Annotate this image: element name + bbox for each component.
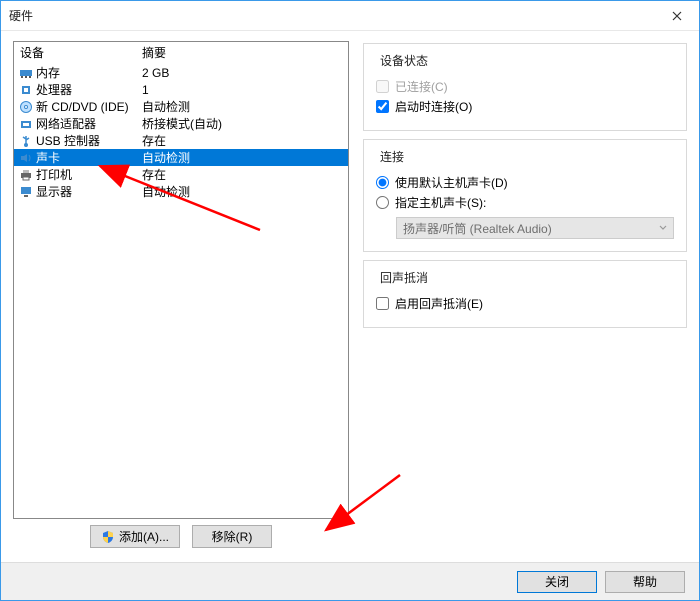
host-soundcard-select: 扬声器/听筒 (Realtek Audio) (396, 217, 674, 239)
device-list[interactable]: 设备 摘要 内存2 GB处理器1新 CD/DVD (IDE)自动检测网络适配器桥… (13, 41, 349, 519)
chevron-down-icon (659, 221, 667, 235)
header-summary: 摘要 (142, 44, 348, 61)
device-row-cpu[interactable]: 处理器1 (14, 81, 348, 98)
device-name: 新 CD/DVD (IDE) (36, 98, 142, 115)
device-summary: 1 (142, 83, 348, 97)
device-summary: 自动检测 (142, 183, 348, 200)
close-dialog-button[interactable]: 关闭 (517, 571, 597, 593)
window-title: 硬件 (9, 7, 655, 24)
device-name: 处理器 (36, 81, 142, 98)
device-name: 打印机 (36, 166, 142, 183)
connect-at-power-checkbox[interactable] (376, 100, 389, 113)
connection-title: 连接 (376, 148, 408, 165)
right-column: 设备状态 已连接(C) 启动时连接(O) 连接 使用默认主机声卡(D) (363, 41, 687, 554)
remove-button[interactable]: 移除(R) (192, 525, 272, 548)
device-row-usb[interactable]: USB 控制器存在 (14, 132, 348, 149)
add-button-label: 添加(A)... (119, 528, 169, 545)
default-host-radio[interactable] (376, 176, 389, 189)
remove-button-label: 移除(R) (212, 528, 253, 545)
device-name: USB 控制器 (36, 132, 142, 149)
uac-shield-icon (101, 530, 115, 544)
nic-icon (18, 116, 34, 132)
device-status-group: 设备状态 已连接(C) 启动时连接(O) (363, 43, 687, 131)
disc-icon (18, 99, 34, 115)
help-button[interactable]: 帮助 (605, 571, 685, 593)
connect-at-power-row[interactable]: 启动时连接(O) (376, 98, 674, 115)
echo-enable-label: 启用回声抵消(E) (395, 295, 483, 312)
close-button[interactable] (655, 1, 699, 30)
device-rows: 内存2 GB处理器1新 CD/DVD (IDE)自动检测网络适配器桥接模式(自动… (14, 64, 348, 518)
device-summary: 自动检测 (142, 149, 348, 166)
cpu-icon (18, 82, 34, 98)
echo-enable-checkbox[interactable] (376, 297, 389, 310)
device-name: 内存 (36, 64, 142, 81)
memory-icon (18, 65, 34, 81)
printer-icon (18, 167, 34, 183)
specify-host-label: 指定主机声卡(S): (395, 194, 486, 211)
titlebar: 硬件 (1, 1, 699, 31)
device-row-printer[interactable]: 打印机存在 (14, 166, 348, 183)
device-row-disc[interactable]: 新 CD/DVD (IDE)自动检测 (14, 98, 348, 115)
connected-label: 已连接(C) (395, 78, 448, 95)
header-device: 设备 (18, 44, 142, 61)
add-button[interactable]: 添加(A)... (90, 525, 180, 548)
device-name: 显示器 (36, 183, 142, 200)
default-host-label: 使用默认主机声卡(D) (395, 174, 508, 191)
connected-checkbox-row: 已连接(C) (376, 78, 674, 95)
device-name: 声卡 (36, 149, 142, 166)
device-list-buttons: 添加(A)... 移除(R) (13, 519, 349, 554)
device-row-sound[interactable]: 声卡自动检测 (14, 149, 348, 166)
device-summary: 自动检测 (142, 98, 348, 115)
device-status-title: 设备状态 (376, 52, 432, 69)
device-summary: 2 GB (142, 66, 348, 80)
device-summary: 存在 (142, 132, 348, 149)
connection-group: 连接 使用默认主机声卡(D) 指定主机声卡(S): 扬声器/听筒 (Realte… (363, 139, 687, 252)
host-soundcard-value: 扬声器/听筒 (Realtek Audio) (403, 220, 552, 237)
device-row-nic[interactable]: 网络适配器桥接模式(自动) (14, 115, 348, 132)
device-summary: 桥接模式(自动) (142, 115, 348, 132)
device-summary: 存在 (142, 166, 348, 183)
connected-checkbox (376, 80, 389, 93)
echo-cancel-title: 回声抵消 (376, 269, 432, 286)
device-name: 网络适配器 (36, 115, 142, 132)
default-host-row[interactable]: 使用默认主机声卡(D) (376, 174, 674, 191)
echo-cancel-group: 回声抵消 启用回声抵消(E) (363, 260, 687, 328)
usb-icon (18, 133, 34, 149)
left-column: 设备 摘要 内存2 GB处理器1新 CD/DVD (IDE)自动检测网络适配器桥… (13, 41, 349, 554)
device-list-header: 设备 摘要 (14, 42, 348, 64)
device-row-display[interactable]: 显示器自动检测 (14, 183, 348, 200)
hardware-dialog: 硬件 设备 摘要 内存2 GB处理器1新 CD/DVD (IDE)自动检测网络适… (0, 0, 700, 601)
connect-at-power-label: 启动时连接(O) (395, 98, 472, 115)
dialog-body: 设备 摘要 内存2 GB处理器1新 CD/DVD (IDE)自动检测网络适配器桥… (1, 31, 699, 562)
specify-host-row[interactable]: 指定主机声卡(S): (376, 194, 674, 211)
device-row-memory[interactable]: 内存2 GB (14, 64, 348, 81)
sound-icon (18, 150, 34, 166)
close-icon (672, 11, 682, 21)
specify-host-radio[interactable] (376, 196, 389, 209)
dialog-footer: 关闭 帮助 (1, 562, 699, 600)
display-icon (18, 184, 34, 200)
echo-enable-row[interactable]: 启用回声抵消(E) (376, 295, 674, 312)
